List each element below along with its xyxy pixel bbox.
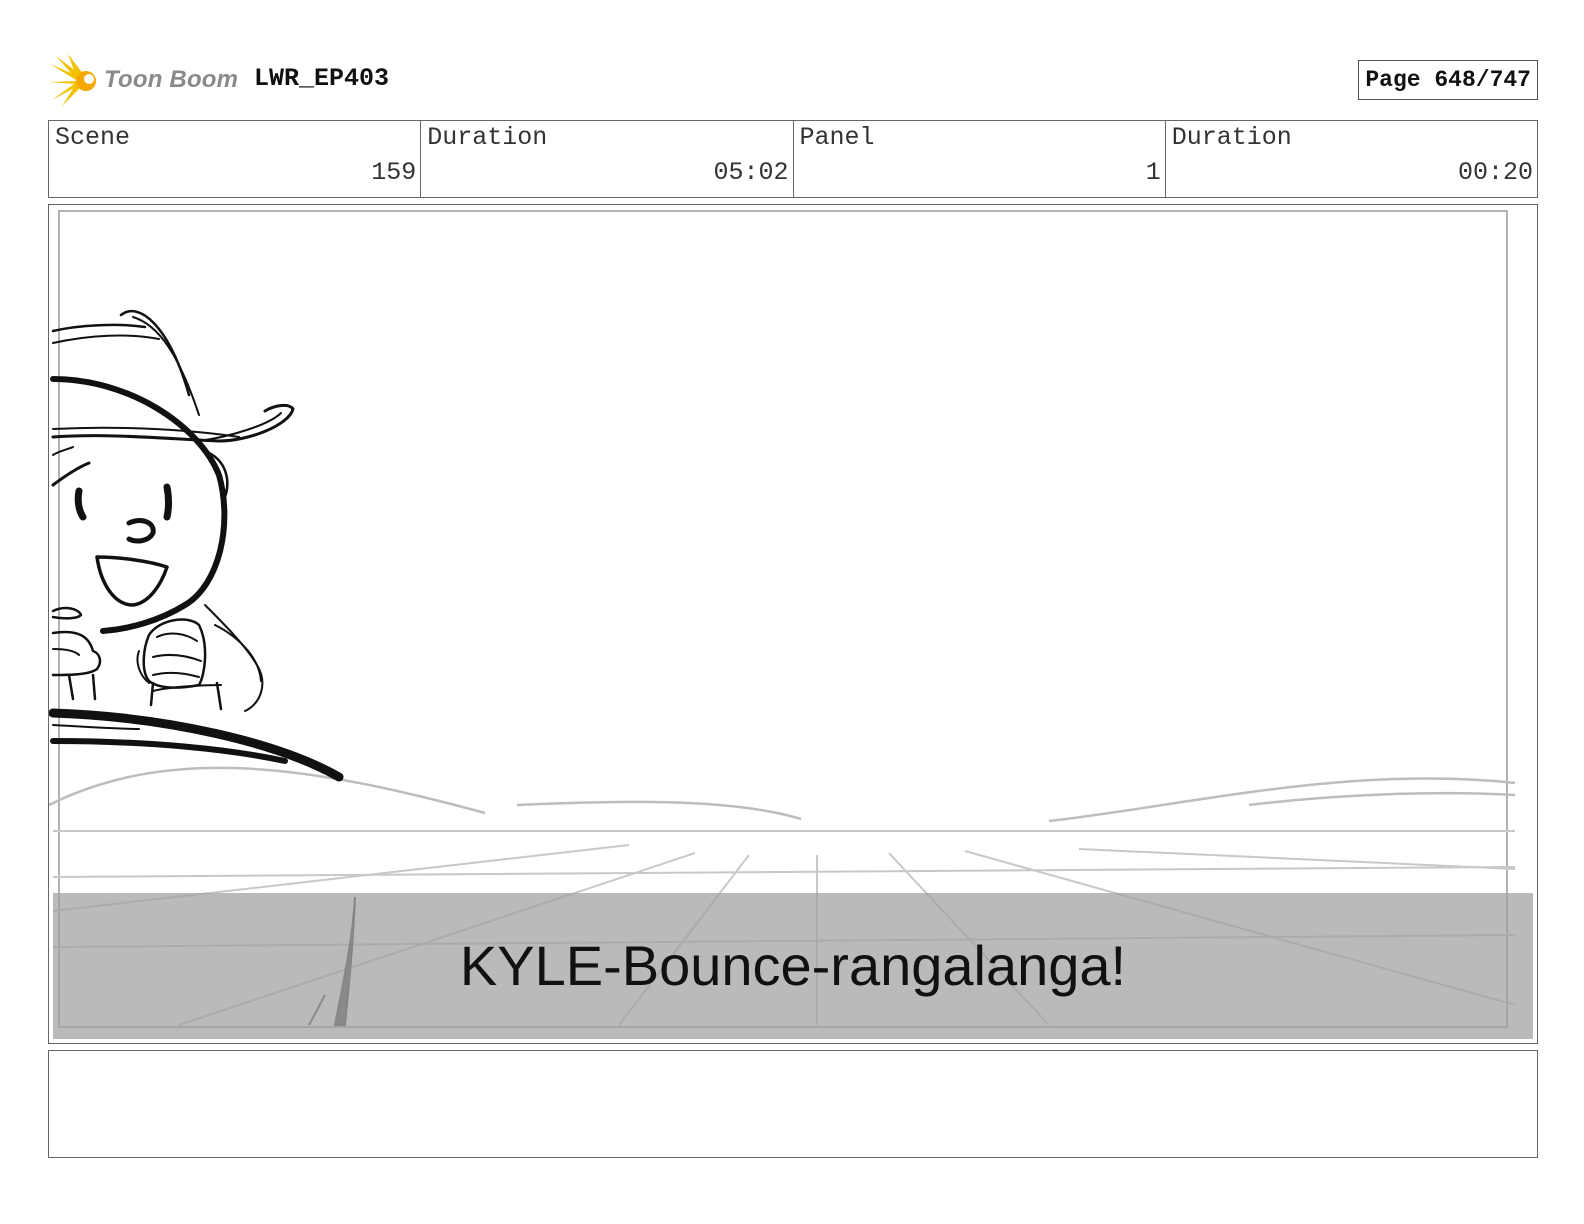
scene-duration-label: Duration <box>427 123 548 152</box>
panel-duration-label: Duration <box>1171 123 1292 152</box>
scene-cell: Scene 159 <box>49 121 422 197</box>
project-title: LWR_EP403 <box>254 64 390 93</box>
panel-label: Panel <box>799 123 875 152</box>
kyle-character-sketch <box>49 309 344 782</box>
scene-duration-cell: Duration 05:02 <box>421 121 794 197</box>
scene-info-table: Scene 159 Duration 05:02 Panel 1 Duratio… <box>48 120 1538 198</box>
scene-duration-value: 05:02 <box>713 158 789 187</box>
logo-wordmark: Toon Boom <box>104 66 239 93</box>
background-hills <box>49 766 1516 823</box>
toon-boom-logo: Toon Boom <box>48 54 248 108</box>
sparkle-icon <box>48 54 96 106</box>
panel-duration-cell: Duration 00:20 <box>1166 121 1537 197</box>
panel-value: 1 <box>1145 158 1161 187</box>
storyboard-header: Toon Boom LWR_EP403 Page 648/747 <box>48 52 1538 108</box>
panel-duration-value: 00:20 <box>1457 158 1533 187</box>
storyboard-panel: KYLE-Bounce-rangalanga! <box>48 204 1538 1044</box>
scene-value: 159 <box>371 158 417 187</box>
scene-label: Scene <box>55 123 131 152</box>
panel-notes-box[interactable] <box>48 1050 1538 1158</box>
page-indicator: Page 648/747 <box>1358 60 1538 100</box>
subtitle-band: KYLE-Bounce-rangalanga! <box>53 893 1533 1039</box>
panel-cell: Panel 1 <box>794 121 1166 197</box>
subtitle-text: KYLE-Bounce-rangalanga! <box>459 934 1127 997</box>
